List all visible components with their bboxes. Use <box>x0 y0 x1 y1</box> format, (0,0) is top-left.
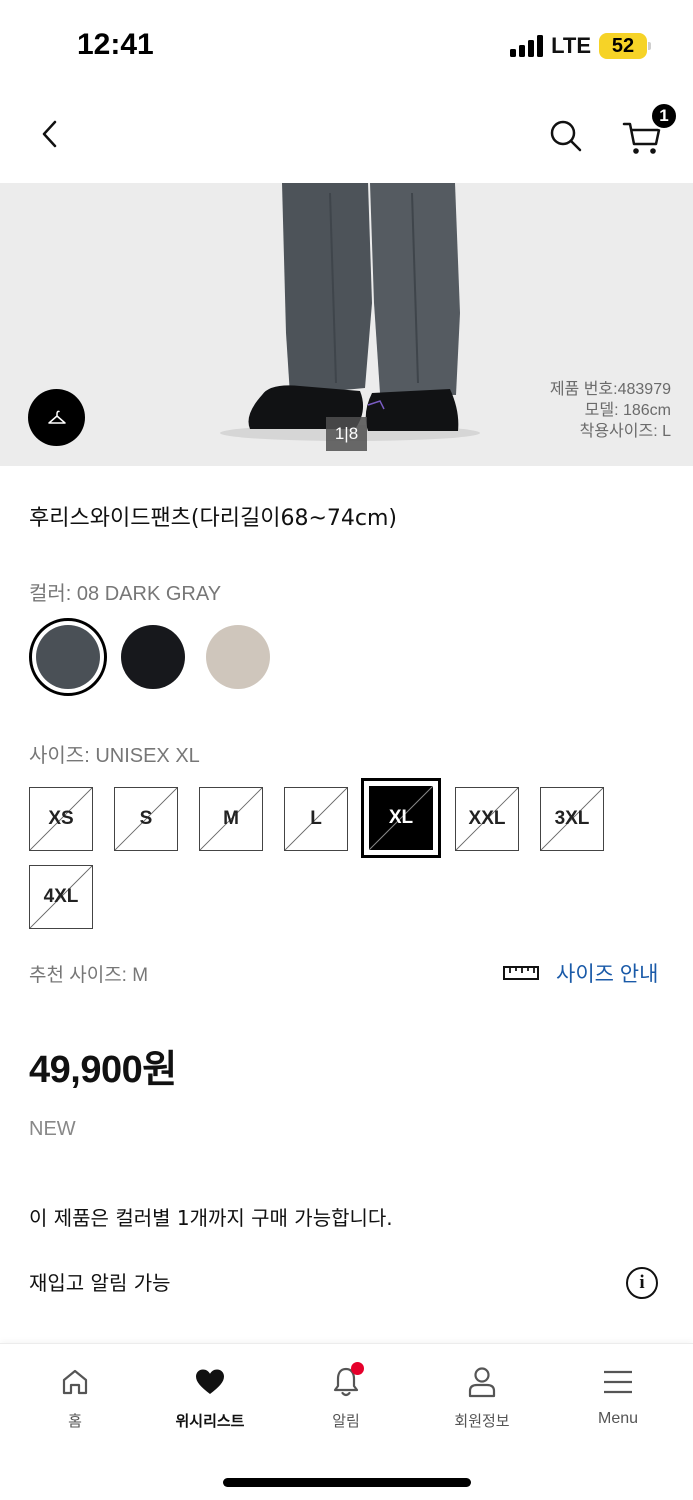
status-time: 12:41 <box>77 28 154 61</box>
size-option-xs[interactable]: XS <box>29 787 93 851</box>
size-guide-label: 사이즈 안내 <box>556 963 659 986</box>
size-option-xl[interactable]: XL <box>361 778 441 858</box>
header: 1 <box>0 92 693 183</box>
info-icon: i <box>639 1272 645 1293</box>
tab-label: 홈 <box>68 1412 82 1430</box>
tab-label: Menu <box>597 1410 639 1427</box>
battery-icon: 52 <box>599 33 651 59</box>
size-option-label: XL <box>388 807 414 828</box>
color-swatch-fill <box>36 625 100 689</box>
size-option-xxl[interactable]: XXL <box>455 787 519 851</box>
model-worn-size: 착용사이즈: L <box>579 423 671 440</box>
size-option-m[interactable]: M <box>199 787 263 851</box>
status-bar: 12:41 LTE 52 <box>0 0 693 92</box>
size-option-label: M <box>223 808 239 829</box>
product-title: 후리스와이드팬츠(다리길이68~74cm) <box>29 506 397 531</box>
tab-label: 회원정보 <box>454 1412 510 1430</box>
cart-count-badge: 1 <box>650 102 678 130</box>
price: 49,900원 <box>29 1049 177 1091</box>
color-swatch-dark-gray[interactable] <box>29 618 107 696</box>
chevron-left-icon <box>42 120 57 148</box>
size-label: 사이즈: UNISEX XL <box>29 745 200 767</box>
color-label: 컬러: 08 DARK GRAY <box>29 583 222 605</box>
size-option-label: XS <box>48 808 74 829</box>
restock-alert-label: 재입고 알림 가능 <box>29 1271 171 1295</box>
menu-icon <box>598 1362 638 1402</box>
tab-notifications[interactable]: 알림 <box>291 1362 401 1431</box>
signal-icon <box>510 35 544 57</box>
notification-dot <box>351 1362 364 1375</box>
recommended-size: 추천 사이즈: M <box>29 965 149 986</box>
size-option-4xl[interactable]: 4XL <box>29 865 93 929</box>
cart-button[interactable]: 1 <box>618 102 678 160</box>
new-badge: NEW <box>29 1118 76 1140</box>
tab-label: 알림 <box>332 1412 360 1430</box>
color-swatch-beige[interactable] <box>206 625 270 689</box>
model-height: 모델: 186cm <box>584 402 671 419</box>
restock-info-button[interactable]: i <box>626 1267 658 1299</box>
size-option-l[interactable]: L <box>284 787 348 851</box>
tab-label: 위시리스트 <box>175 1412 245 1430</box>
back-button[interactable] <box>26 110 74 158</box>
size-option-label: 3XL <box>554 808 590 829</box>
size-option-label: XXL <box>468 808 506 829</box>
size-option-selected-fill: XL <box>369 786 433 850</box>
heart-icon <box>190 1362 230 1402</box>
color-swatch-black[interactable] <box>121 625 185 689</box>
image-counter: 1|8 <box>326 417 367 451</box>
home-icon <box>55 1362 95 1402</box>
tab-menu[interactable]: Menu <box>563 1362 673 1428</box>
size-option-3xl[interactable]: 3XL <box>540 787 604 851</box>
product-number: 제품 번호:483979 <box>549 381 671 398</box>
size-option-s[interactable]: S <box>114 787 178 851</box>
tab-wishlist[interactable]: 위시리스트 <box>155 1362 265 1431</box>
network-type: LTE <box>551 33 591 58</box>
size-guide-link[interactable]: 사이즈 안내 <box>503 958 658 988</box>
battery-level: 52 <box>611 34 635 57</box>
bottom-tab-bar: 홈 위시리스트 알림 회원정보 Menu <box>0 1343 693 1500</box>
product-image-carousel[interactable]: 1|8 제품 번호:483979 모델: 186cm 착용사이즈: L <box>0 183 693 466</box>
home-indicator <box>223 1478 471 1487</box>
person-icon <box>462 1362 502 1402</box>
size-option-label: 4XL <box>43 886 79 907</box>
bell-icon <box>326 1362 366 1402</box>
size-option-label: L <box>310 808 322 829</box>
model-size-button[interactable] <box>28 389 85 446</box>
tab-home[interactable]: 홈 <box>20 1362 130 1431</box>
search-icon <box>550 120 582 152</box>
tab-member-info[interactable]: 회원정보 <box>427 1362 537 1431</box>
size-option-label: S <box>139 808 153 829</box>
search-button[interactable] <box>542 112 590 160</box>
image-model-info: 제품 번호:483979 모델: 186cm 착용사이즈: L <box>550 379 671 442</box>
ruler-icon <box>503 966 539 980</box>
status-indicators: LTE 52 <box>510 33 651 59</box>
purchase-limit-notice: 이 제품은 컬러별 1개까지 구매 가능합니다. <box>29 1206 393 1230</box>
hanger-icon <box>47 410 66 424</box>
